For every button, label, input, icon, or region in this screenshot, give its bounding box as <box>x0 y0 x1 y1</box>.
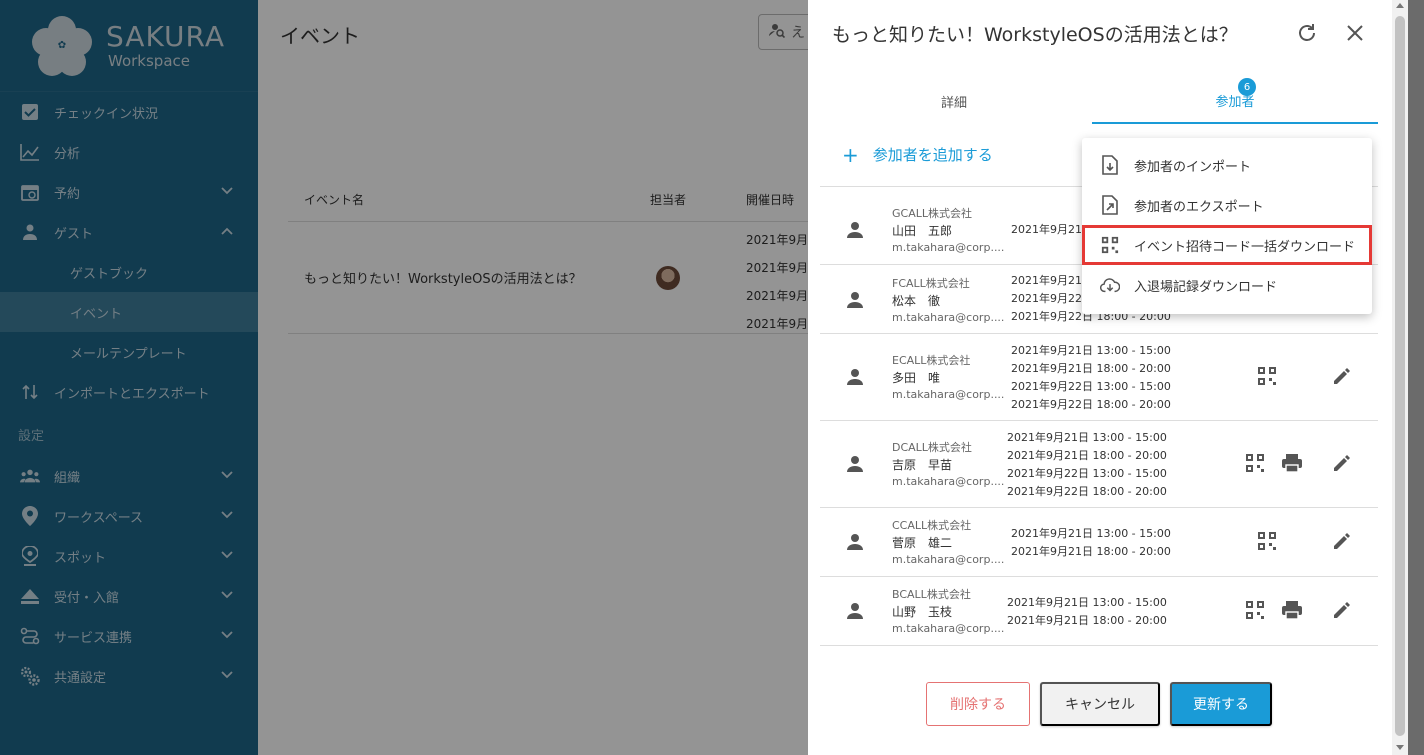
menu-item-import-participants[interactable]: 参加者のインポート <box>1082 145 1372 185</box>
dialog-scrollbar[interactable] <box>1392 0 1408 755</box>
participant-times: 2021年9月21日 13:00 - 15:00 2021年9月21日 18:0… <box>1007 596 1167 627</box>
dialog-footer: 削除する キャンセル 更新する <box>808 682 1392 728</box>
dialog-tabs: 詳細 参加者 6 <box>808 78 1392 124</box>
qr-code-icon[interactable] <box>1257 366 1279 388</box>
participant-row[interactable]: DCALL株式会社 吉原 早苗 m.takahara@corp.... 2021… <box>820 421 1378 508</box>
participant-name: 菅原 雄二 <box>892 536 953 550</box>
participant-company: CCALL株式会社 <box>892 519 972 532</box>
participant-email: m.takahara@corp.... <box>892 311 1005 324</box>
menu-item-download-entry-log[interactable]: 入退場記録ダウンロード <box>1082 265 1372 305</box>
participant-times: 2021年9月21日 13:00 - 15:00 2021年9月21日 18:0… <box>1011 527 1171 558</box>
participant-name: 山田 五郎 <box>892 224 953 238</box>
qr-code-icon[interactable] <box>1245 453 1267 475</box>
participant-times: 2021年9月21日 13:00 - 15:00 2021年9月21日 18:0… <box>1011 344 1171 411</box>
participant-company: BCALL株式会社 <box>892 588 971 601</box>
participant-name: 山野 玉枝 <box>892 605 953 619</box>
scroll-down-arrow-icon[interactable] <box>1396 745 1404 750</box>
tab-details[interactable]: 詳細 <box>808 78 1100 124</box>
person-icon <box>846 221 866 241</box>
person-icon <box>846 368 866 388</box>
qr-code-icon <box>1100 235 1120 255</box>
event-edit-dialog: もっと知りたい！WorkstyleOSの活用法とは？ 詳細 参加者 6 + 参加… <box>808 0 1392 755</box>
participant-name: 多田 唯 <box>892 371 941 385</box>
menu-item-bulk-download-invite-codes[interactable]: イベント招待コード一括ダウンロード <box>1082 225 1372 265</box>
page-right-edge <box>1408 0 1424 755</box>
edit-pencil-icon[interactable] <box>1332 366 1354 388</box>
participant-company: GCALL株式会社 <box>892 207 972 220</box>
person-icon <box>846 533 866 553</box>
participant-name: 吉原 早苗 <box>892 458 953 472</box>
participant-times: 2021年9月21日 13:00 - 15:00 2021年9月21日 18:0… <box>1007 431 1167 498</box>
menu-item-export-participants[interactable]: 参加者のエクスポート <box>1082 185 1372 225</box>
participant-times: 2021年9月21 <box>1011 223 1082 236</box>
participant-company: ECALL株式会社 <box>892 354 971 367</box>
participant-row[interactable]: BCALL株式会社 山野 玉枝 m.takahara@corp.... 2021… <box>820 577 1378 646</box>
person-icon <box>846 291 866 311</box>
person-icon <box>846 455 866 475</box>
update-button[interactable]: 更新する <box>1170 682 1272 726</box>
edit-pencil-icon[interactable] <box>1332 453 1354 475</box>
scrollbar-thumb[interactable] <box>1395 16 1405 736</box>
tab-participants[interactable]: 参加者 6 <box>1092 78 1378 124</box>
file-export-icon <box>1100 195 1120 215</box>
delete-button[interactable]: 削除する <box>926 682 1030 726</box>
add-participant-button[interactable]: + 参加者を追加する <box>842 144 993 165</box>
participant-name: 松本 徹 <box>892 294 941 308</box>
participant-email: m.takahara@corp.... <box>892 622 1005 635</box>
participant-count-badge: 6 <box>1238 78 1256 96</box>
plus-icon: + <box>842 142 859 167</box>
edit-pencil-icon[interactable] <box>1332 531 1354 553</box>
participant-company: DCALL株式会社 <box>892 441 972 454</box>
qr-code-icon[interactable] <box>1245 600 1267 622</box>
print-icon[interactable] <box>1281 600 1303 622</box>
scroll-up-arrow-icon[interactable] <box>1396 3 1404 8</box>
participant-email: m.takahara@corp.... <box>892 553 1005 566</box>
cloud-download-icon <box>1100 275 1120 295</box>
participant-email: m.takahara@corp.... <box>892 388 1005 401</box>
person-icon <box>846 602 866 622</box>
participant-row[interactable]: ECALL株式会社 多田 唯 m.takahara@corp.... 2021年… <box>820 334 1378 421</box>
close-icon[interactable] <box>1344 22 1366 44</box>
qr-code-icon[interactable] <box>1257 531 1279 553</box>
file-import-icon <box>1100 155 1120 175</box>
dialog-title: もっと知りたい！WorkstyleOSの活用法とは？ <box>832 24 1238 46</box>
refresh-icon[interactable] <box>1296 22 1318 44</box>
print-icon[interactable] <box>1281 453 1303 475</box>
edit-pencil-icon[interactable] <box>1332 600 1354 622</box>
participant-company: FCALL株式会社 <box>892 277 970 290</box>
participant-email: m.takahara@corp.... <box>892 475 1005 488</box>
participant-row[interactable]: CCALL株式会社 菅原 雄二 m.takahara@corp.... 2021… <box>820 508 1378 577</box>
participant-actions-menu: 参加者のインポート 参加者のエクスポート イベント招待コード一括ダウンロード 入… <box>1082 138 1372 314</box>
participant-email: m.takahara@corp.... <box>892 241 1005 254</box>
cancel-button[interactable]: キャンセル <box>1040 682 1160 726</box>
